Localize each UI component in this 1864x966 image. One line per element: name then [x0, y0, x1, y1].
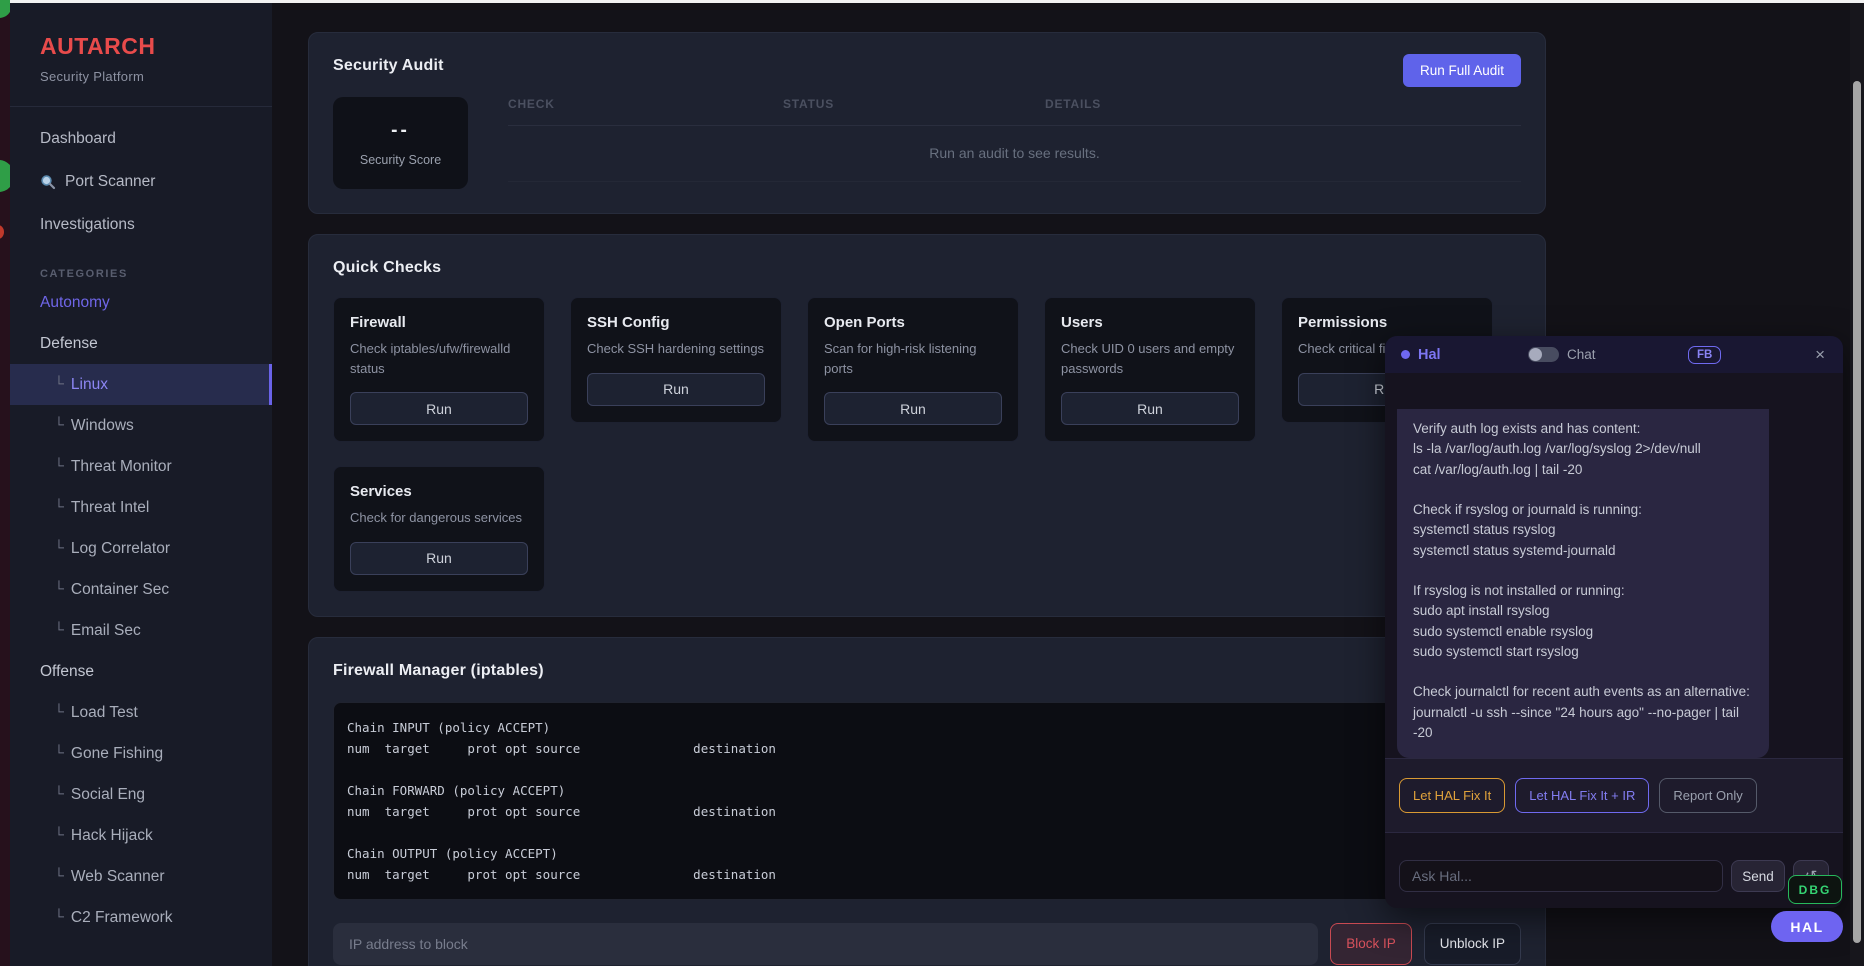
let-hal-fix-it-ir-button[interactable]: Let HAL Fix It + IR [1515, 778, 1649, 813]
sidebar-item-log-correlator[interactable]: └ Log Correlator [10, 528, 272, 569]
let-hal-fix-it-button[interactable]: Let HAL Fix It [1399, 778, 1505, 813]
hal-launcher-button[interactable]: HAL [1771, 911, 1843, 942]
sidebar-item-port-scanner[interactable]: Port Scanner [10, 160, 272, 203]
security-score-value: -- [391, 120, 410, 142]
dbg-button[interactable]: DBG [1788, 875, 1842, 904]
sidebar-item-linux[interactable]: └ Linux [10, 364, 272, 405]
app-tagline: Security Platform [40, 69, 242, 84]
quick-checks-grid: Firewall Check iptables/ufw/firewalld st… [333, 297, 1521, 592]
sidebar-item-web-scanner[interactable]: └ Web Scanner [10, 856, 272, 897]
quick-check-card-users: Users Check UID 0 users and empty passwo… [1044, 297, 1256, 442]
chat-header: Hal Chat FB × [1385, 336, 1843, 373]
report-only-button[interactable]: Report Only [1659, 778, 1756, 813]
chat-input-row: Send ↺ [1399, 860, 1829, 892]
iptables-output: Chain INPUT (policy ACCEPT) num target p… [333, 702, 1521, 900]
hal-chat-panel: Hal Chat FB × Verify auth log exists and… [1385, 336, 1843, 908]
sidebar-tree: Autonomy Defense └ Linux └ Windows └ Thr… [10, 282, 272, 938]
ip-address-input[interactable] [333, 923, 1318, 965]
run-users-check-button[interactable]: Run [1061, 392, 1239, 425]
sidebar-item-windows[interactable]: └ Windows [10, 405, 272, 446]
run-open-ports-check-button[interactable]: Run [824, 392, 1002, 425]
column-details: DETAILS [1045, 97, 1521, 111]
security-audit-panel: Security Audit Run Full Audit -- Securit… [308, 32, 1546, 214]
quick-check-card-services: Services Check for dangerous services Ru… [333, 466, 545, 592]
run-ssh-check-button[interactable]: Run [587, 373, 765, 406]
chat-message-area[interactable]: Verify auth log exists and has content: … [1385, 373, 1843, 758]
screen-edge-strip [0, 0, 10, 966]
chat-actions-bar: Let HAL Fix It Let HAL Fix It + IR Repor… [1385, 758, 1843, 833]
scrollbar-thumb[interactable] [1853, 81, 1861, 943]
quick-check-card-firewall: Firewall Check iptables/ufw/firewalld st… [333, 297, 545, 442]
nav-label: Investigations [40, 216, 135, 234]
audit-results-table: CHECK STATUS DETAILS Run an audit to see… [508, 97, 1521, 189]
unblock-ip-button[interactable]: Unblock IP [1424, 923, 1521, 965]
app-logo: AUTARCH [40, 33, 242, 60]
sidebar-category-autonomy[interactable]: Autonomy [10, 282, 272, 323]
quick-check-card-open-ports: Open Ports Scan for high-risk listening … [807, 297, 1019, 442]
close-icon[interactable]: × [1815, 345, 1825, 365]
sidebar-item-threat-monitor[interactable]: └ Threat Monitor [10, 446, 272, 487]
sidebar-item-threat-intel[interactable]: └ Threat Intel [10, 487, 272, 528]
chat-mode-label: Chat [1567, 347, 1596, 362]
sidebar-nav: Dashboard Port Scanner Investigations [10, 107, 272, 246]
column-check: CHECK [508, 97, 783, 111]
firewall-manager-panel: Firewall Manager (iptables) Chain INPUT … [308, 637, 1546, 966]
toggle-knob [1529, 348, 1542, 361]
ip-block-row: Block IP Unblock IP [333, 923, 1521, 965]
sidebar-item-hack-hijack[interactable]: └ Hack Hijack [10, 815, 272, 856]
run-full-audit-button[interactable]: Run Full Audit [1403, 54, 1521, 87]
security-score-label: Security Score [360, 153, 441, 167]
run-firewall-check-button[interactable]: Run [350, 392, 528, 425]
sidebar-category-offense[interactable]: Offense [10, 651, 272, 692]
quick-checks-title: Quick Checks [333, 259, 1521, 277]
logo-block: AUTARCH Security Platform [10, 3, 272, 107]
block-ip-button[interactable]: Block IP [1330, 923, 1412, 965]
security-audit-title: Security Audit [333, 57, 1521, 75]
sidebar-item-container-sec[interactable]: └ Container Sec [10, 569, 272, 610]
chat-mode-toggle[interactable] [1528, 347, 1559, 362]
edge-green-dot [0, 0, 10, 18]
sidebar-item-gone-fishing[interactable]: └ Gone Fishing [10, 733, 272, 774]
ask-hal-input[interactable] [1399, 860, 1723, 892]
sidebar-item-dashboard[interactable]: Dashboard [10, 117, 272, 160]
column-status: STATUS [783, 97, 1045, 111]
quick-checks-panel: Quick Checks Firewall Check iptables/ufw… [308, 234, 1546, 617]
page-scrollbar[interactable] [1850, 3, 1864, 966]
sidebar-item-investigations[interactable]: Investigations [10, 203, 272, 246]
run-services-check-button[interactable]: Run [350, 542, 528, 575]
sidebar-item-social-eng[interactable]: └ Social Eng [10, 774, 272, 815]
magnifier-icon [40, 174, 56, 190]
nav-label: Port Scanner [65, 173, 155, 191]
quick-check-card-ssh-config: SSH Config Check SSH hardening settings … [570, 297, 782, 423]
fb-badge[interactable]: FB [1688, 346, 1721, 364]
nav-label: Dashboard [40, 130, 116, 148]
sidebar-category-defense[interactable]: Defense [10, 323, 272, 364]
edge-red-dot [0, 225, 4, 239]
assistant-name: Hal [1418, 347, 1441, 363]
audit-empty-message: Run an audit to see results. [508, 126, 1521, 182]
assistant-message: Verify auth log exists and has content: … [1397, 409, 1769, 758]
audit-table-header: CHECK STATUS DETAILS [508, 97, 1521, 126]
firewall-manager-title: Firewall Manager (iptables) [333, 662, 1521, 680]
window-top-edge [8, 0, 1864, 3]
categories-heading: CATEGORIES [40, 268, 242, 280]
sidebar-item-load-test[interactable]: └ Load Test [10, 692, 272, 733]
status-dot-icon [1401, 350, 1410, 359]
send-button[interactable]: Send [1731, 860, 1785, 892]
security-score-box: -- Security Score [333, 97, 468, 189]
sidebar: AUTARCH Security Platform Dashboard Port… [10, 3, 272, 966]
sidebar-item-email-sec[interactable]: └ Email Sec [10, 610, 272, 651]
sidebar-item-c2-framework[interactable]: └ C2 Framework [10, 897, 272, 938]
edge-green-dot [0, 160, 10, 192]
